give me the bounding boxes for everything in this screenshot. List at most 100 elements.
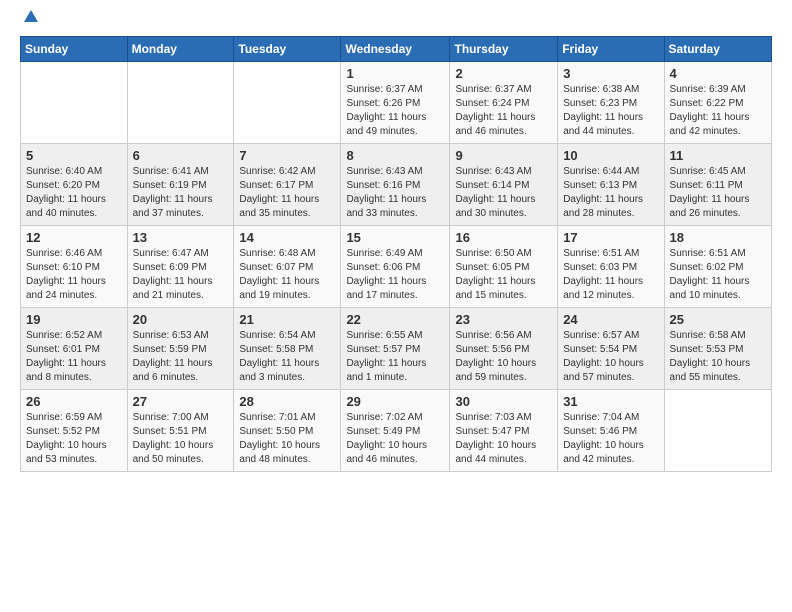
day-number: 9 [455,148,552,163]
weekday-header-sunday: Sunday [21,37,128,62]
week-row-2: 5 Sunrise: 6:40 AM Sunset: 6:20 PM Daylig… [21,144,772,226]
day-info: Sunrise: 6:58 AM Sunset: 5:53 PM Dayligh… [670,329,766,385]
calendar-cell [234,62,341,144]
week-row-1: 1Sunrise: 6:37 AM Sunset: 6:26 PM Daylig… [21,62,772,144]
day-info: Sunrise: 6:47 AM Sunset: 6:09 PM Dayligh… [133,247,229,303]
day-info: Sunrise: 6:56 AM Sunset: 5:56 PM Dayligh… [455,329,552,385]
day-number: 5 [26,148,122,163]
calendar-cell: 4 Sunrise: 6:39 AM Sunset: 6:22 PM Daylig… [664,62,771,144]
day-info: Sunrise: 7:01 AM Sunset: 5:50 PM Dayligh… [239,411,335,467]
calendar-cell: 6Sunrise: 6:41 AM Sunset: 6:19 PM Daylig… [127,144,234,226]
calendar-cell: 28Sunrise: 7:01 AM Sunset: 5:50 PM Dayli… [234,390,341,472]
day-info: Sunrise: 6:49 AM Sunset: 6:06 PM Dayligh… [346,247,444,303]
day-info: Sunrise: 6:44 AM Sunset: 6:13 PM Dayligh… [563,165,658,221]
day-number: 24 [563,312,658,327]
calendar-cell: 7 Sunrise: 6:42 AM Sunset: 6:17 PM Daylig… [234,144,341,226]
day-info: Sunrise: 7:03 AM Sunset: 5:47 PM Dayligh… [455,411,552,467]
calendar-cell [664,390,771,472]
calendar-cell: 31 Sunrise: 7:04 AM Sunset: 5:46 PM Dayli… [558,390,664,472]
day-number: 20 [133,312,229,327]
calendar-cell: 21Sunrise: 6:54 AM Sunset: 5:58 PM Dayli… [234,308,341,390]
day-number: 2 [455,66,552,81]
day-info: Sunrise: 7:00 AM Sunset: 5:51 PM Dayligh… [133,411,229,467]
day-info: Sunrise: 6:37 AM Sunset: 6:24 PM Dayligh… [455,83,552,139]
day-number: 7 [239,148,335,163]
calendar-cell: 20 Sunrise: 6:53 AM Sunset: 5:59 PM Dayli… [127,308,234,390]
day-info: Sunrise: 6:40 AM Sunset: 6:20 PM Dayligh… [26,165,122,221]
calendar-cell: 12 Sunrise: 6:46 AM Sunset: 6:10 PM Dayli… [21,226,128,308]
day-number: 17 [563,230,658,245]
calendar-cell: 27 Sunrise: 7:00 AM Sunset: 5:51 PM Dayli… [127,390,234,472]
header [20,16,772,26]
day-info: Sunrise: 6:43 AM Sunset: 6:14 PM Dayligh… [455,165,552,221]
calendar-cell: 17Sunrise: 6:51 AM Sunset: 6:03 PM Dayli… [558,226,664,308]
logo [20,16,40,26]
day-info: Sunrise: 7:02 AM Sunset: 5:49 PM Dayligh… [346,411,444,467]
day-info: Sunrise: 7:04 AM Sunset: 5:46 PM Dayligh… [563,411,658,467]
day-info: Sunrise: 6:41 AM Sunset: 6:19 PM Dayligh… [133,165,229,221]
calendar-cell: 10 Sunrise: 6:44 AM Sunset: 6:13 PM Dayli… [558,144,664,226]
weekday-header-wednesday: Wednesday [341,37,450,62]
calendar-cell: 3Sunrise: 6:38 AM Sunset: 6:23 PM Daylig… [558,62,664,144]
day-number: 4 [670,66,766,81]
calendar-cell: 8 Sunrise: 6:43 AM Sunset: 6:16 PM Daylig… [341,144,450,226]
logo-icon [22,8,40,26]
calendar-cell: 5 Sunrise: 6:40 AM Sunset: 6:20 PM Daylig… [21,144,128,226]
day-info: Sunrise: 6:46 AM Sunset: 6:10 PM Dayligh… [26,247,122,303]
day-info: Sunrise: 6:51 AM Sunset: 6:02 PM Dayligh… [670,247,766,303]
day-number: 8 [346,148,444,163]
calendar-cell: 22 Sunrise: 6:55 AM Sunset: 5:57 PM Dayli… [341,308,450,390]
weekday-header-friday: Friday [558,37,664,62]
day-number: 15 [346,230,444,245]
day-number: 12 [26,230,122,245]
calendar-cell: 29 Sunrise: 7:02 AM Sunset: 5:49 PM Dayli… [341,390,450,472]
day-info: Sunrise: 6:59 AM Sunset: 5:52 PM Dayligh… [26,411,122,467]
day-number: 30 [455,394,552,409]
day-number: 25 [670,312,766,327]
weekday-header-saturday: Saturday [664,37,771,62]
day-info: Sunrise: 6:48 AM Sunset: 6:07 PM Dayligh… [239,247,335,303]
day-number: 19 [26,312,122,327]
weekday-header-monday: Monday [127,37,234,62]
day-number: 10 [563,148,658,163]
day-info: Sunrise: 6:52 AM Sunset: 6:01 PM Dayligh… [26,329,122,385]
day-number: 14 [239,230,335,245]
calendar-cell [127,62,234,144]
day-info: Sunrise: 6:55 AM Sunset: 5:57 PM Dayligh… [346,329,444,385]
calendar-cell: 23 Sunrise: 6:56 AM Sunset: 5:56 PM Dayli… [450,308,558,390]
calendar-cell [21,62,128,144]
day-number: 29 [346,394,444,409]
day-info: Sunrise: 6:53 AM Sunset: 5:59 PM Dayligh… [133,329,229,385]
day-number: 13 [133,230,229,245]
weekday-header-row: SundayMondayTuesdayWednesdayThursdayFrid… [21,37,772,62]
calendar-cell: 15 Sunrise: 6:49 AM Sunset: 6:06 PM Dayli… [341,226,450,308]
calendar-cell: 18Sunrise: 6:51 AM Sunset: 6:02 PM Dayli… [664,226,771,308]
day-number: 22 [346,312,444,327]
day-info: Sunrise: 6:39 AM Sunset: 6:22 PM Dayligh… [670,83,766,139]
calendar-cell: 1Sunrise: 6:37 AM Sunset: 6:26 PM Daylig… [341,62,450,144]
calendar-cell: 30 Sunrise: 7:03 AM Sunset: 5:47 PM Dayli… [450,390,558,472]
calendar-cell: 16Sunrise: 6:50 AM Sunset: 6:05 PM Dayli… [450,226,558,308]
week-row-3: 12 Sunrise: 6:46 AM Sunset: 6:10 PM Dayli… [21,226,772,308]
day-number: 27 [133,394,229,409]
calendar-cell: 13 Sunrise: 6:47 AM Sunset: 6:09 PM Dayli… [127,226,234,308]
week-row-5: 26 Sunrise: 6:59 AM Sunset: 5:52 PM Dayli… [21,390,772,472]
week-row-4: 19 Sunrise: 6:52 AM Sunset: 6:01 PM Dayli… [21,308,772,390]
day-number: 31 [563,394,658,409]
day-info: Sunrise: 6:42 AM Sunset: 6:17 PM Dayligh… [239,165,335,221]
day-info: Sunrise: 6:57 AM Sunset: 5:54 PM Dayligh… [563,329,658,385]
day-number: 23 [455,312,552,327]
calendar-cell: 26 Sunrise: 6:59 AM Sunset: 5:52 PM Dayli… [21,390,128,472]
calendar-table: SundayMondayTuesdayWednesdayThursdayFrid… [20,36,772,472]
calendar-cell: 11Sunrise: 6:45 AM Sunset: 6:11 PM Dayli… [664,144,771,226]
day-number: 26 [26,394,122,409]
calendar-cell: 24 Sunrise: 6:57 AM Sunset: 5:54 PM Dayli… [558,308,664,390]
day-info: Sunrise: 6:43 AM Sunset: 6:16 PM Dayligh… [346,165,444,221]
calendar-container: SundayMondayTuesdayWednesdayThursdayFrid… [0,0,792,612]
weekday-header-thursday: Thursday [450,37,558,62]
calendar-cell: 25 Sunrise: 6:58 AM Sunset: 5:53 PM Dayli… [664,308,771,390]
day-info: Sunrise: 6:45 AM Sunset: 6:11 PM Dayligh… [670,165,766,221]
calendar-cell: 14 Sunrise: 6:48 AM Sunset: 6:07 PM Dayli… [234,226,341,308]
calendar-cell: 19 Sunrise: 6:52 AM Sunset: 6:01 PM Dayli… [21,308,128,390]
day-number: 21 [239,312,335,327]
